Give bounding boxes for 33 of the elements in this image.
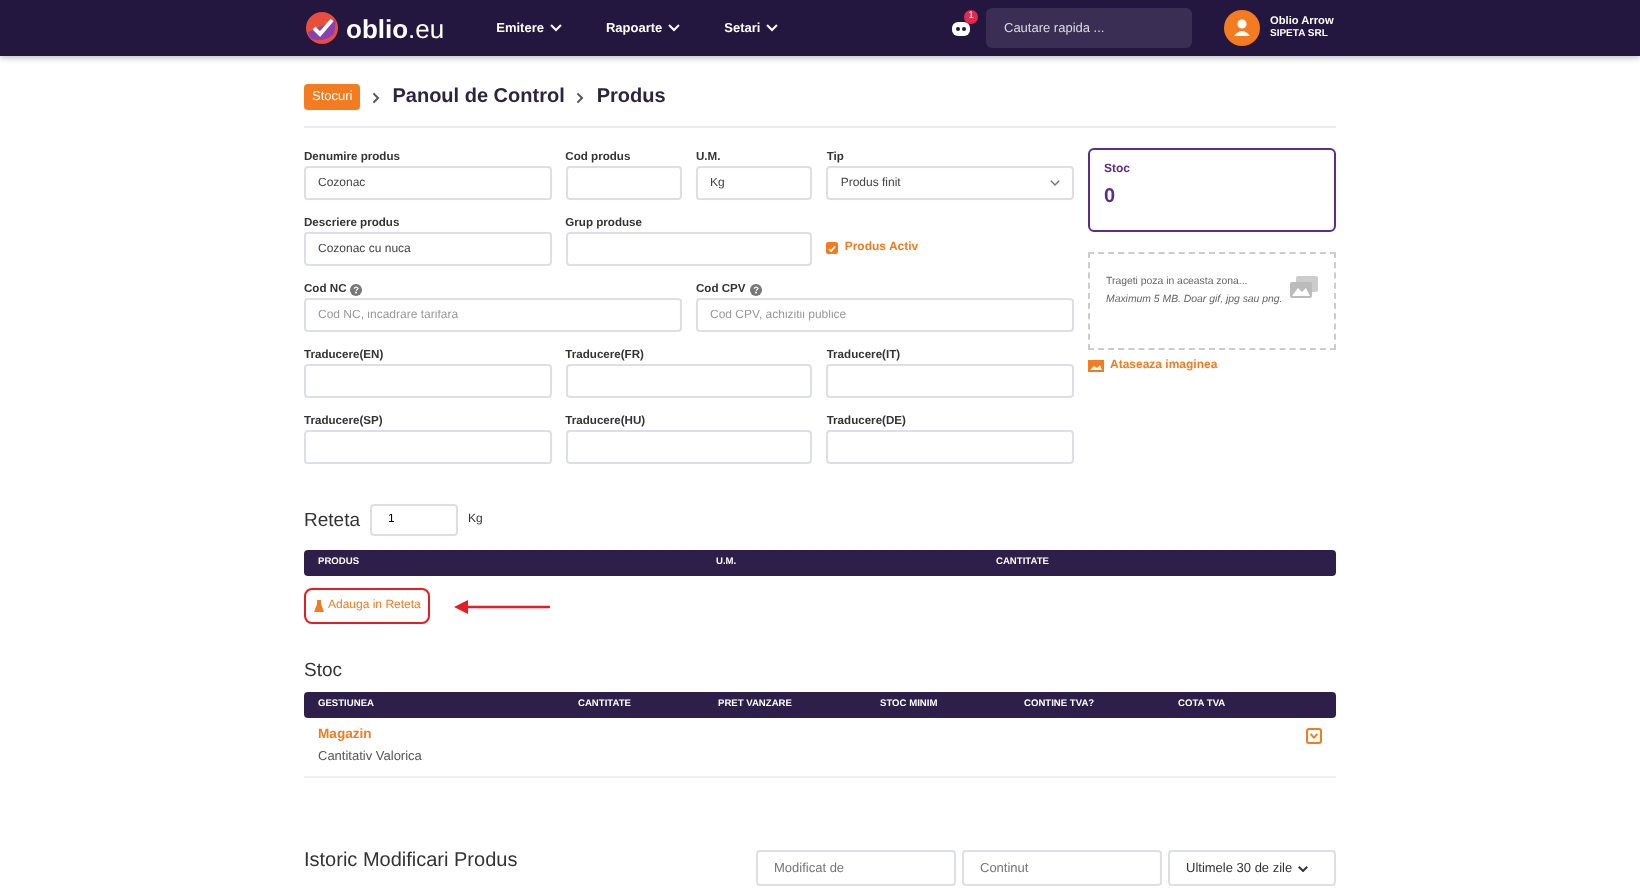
section-title: Istoric Modificari Produs [304, 850, 518, 872]
expand-icon[interactable] [1306, 728, 1322, 744]
input-field[interactable] [826, 430, 1074, 464]
input-field[interactable] [826, 364, 1074, 398]
arrow-annotation [454, 599, 551, 613]
input-field[interactable] [304, 430, 552, 464]
stock-value: 0 [1104, 186, 1118, 208]
breadcrumb-item[interactable]: Produs [596, 86, 666, 108]
input-field[interactable] [565, 232, 813, 266]
logo-text[interactable]: oblio.eu [346, 13, 445, 43]
caret-icon [766, 24, 779, 32]
input-field[interactable] [565, 364, 813, 398]
logo-icon [304, 10, 340, 46]
caret-icon [1298, 865, 1309, 871]
flask-icon [314, 600, 324, 612]
image-icon [1290, 276, 1318, 298]
image-icon [1088, 360, 1104, 372]
help-icon[interactable] [749, 283, 762, 295]
caret-icon [668, 24, 681, 32]
checkbox[interactable] [826, 242, 839, 254]
section-title: Stoc [304, 660, 345, 682]
caret-icon [1049, 180, 1060, 186]
chevron-icon [576, 91, 585, 103]
caret-icon [549, 24, 562, 32]
input-field[interactable] [565, 430, 813, 464]
section-title: Reteta [304, 509, 360, 531]
input-field[interactable] [565, 166, 682, 200]
robot-icon[interactable] [950, 18, 972, 38]
chevron-icon [372, 91, 381, 103]
avatar-icon[interactable] [1224, 10, 1260, 46]
breadcrumb-item[interactable]: Panoul de Control [392, 86, 565, 108]
help-icon[interactable] [350, 283, 363, 295]
input-field[interactable] [304, 364, 552, 398]
